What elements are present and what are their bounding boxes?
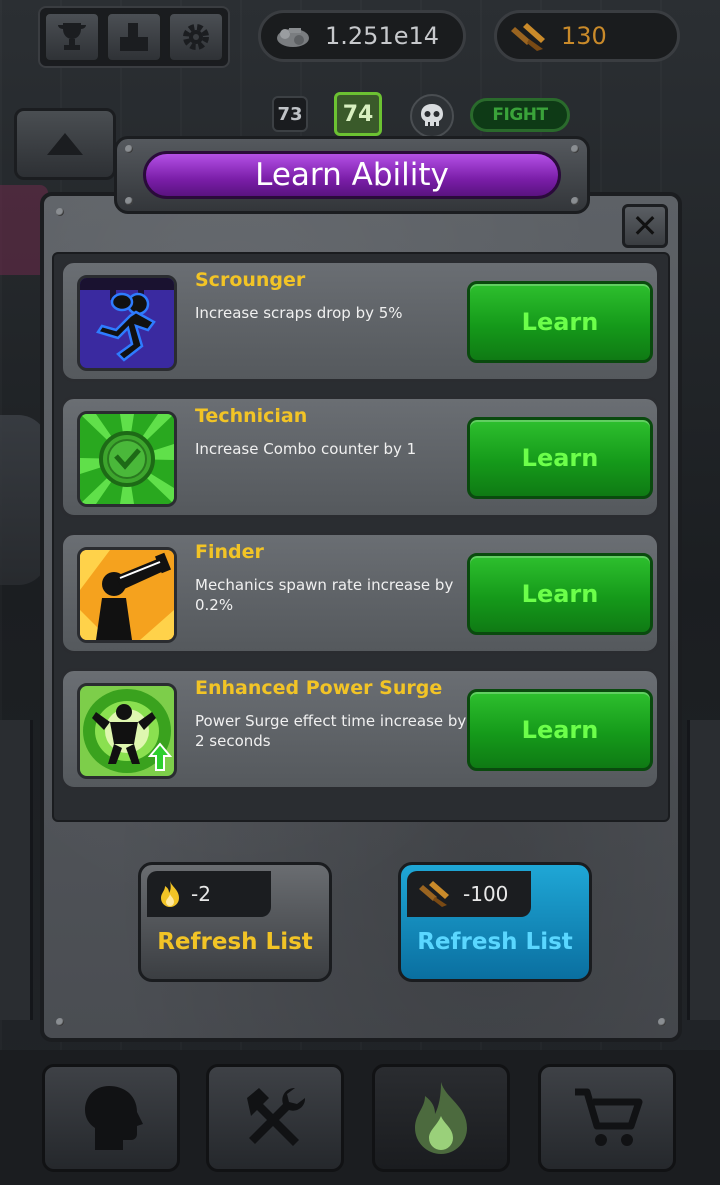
triangle-up-icon [47,133,83,155]
nav-workshop-button[interactable] [206,1064,344,1172]
ability-name: Finder [195,541,264,563]
dialog-title-frame: Learn Ability [114,136,590,214]
previous-level-badge[interactable]: 73 [272,96,308,132]
learn-button[interactable]: Learn [467,553,653,635]
trophy-icon [58,23,86,50]
scraps-counter: 1.251e14 [258,10,466,62]
head-profile-icon [85,1086,143,1150]
ability-description: Increase Combo counter by 1 [195,440,417,458]
skull-icon [421,104,443,126]
refresh-cost: -100 [463,882,509,906]
learn-button[interactable]: Learn [467,281,653,363]
rivet [658,1018,666,1026]
top-bar: 1.251e14 130 [0,0,720,80]
refresh-label: Refresh List [417,929,573,955]
refresh-cost: -2 [191,882,211,906]
learn-button[interactable]: Learn [467,689,653,771]
ability-name: Technician [195,405,308,427]
top-icon-group [38,6,230,68]
leaderboard-button[interactable] [106,12,162,62]
rivet [571,145,579,153]
background-frame-left [0,720,33,1020]
gear-icon [183,24,209,50]
cart-icon [575,1088,643,1146]
rivet [571,197,579,205]
flame-icon [161,881,179,907]
cost-tab: -2 [147,871,271,917]
bolts-counter: 130 [494,10,680,62]
ability-description: Power Surge effect time increase by 2 se… [195,712,467,750]
close-icon: ✕ [631,207,659,245]
nav-profile-button[interactable] [42,1064,180,1172]
power-surge-man-icon [77,683,177,779]
current-level-badge[interactable]: 74 [334,92,382,136]
refresh-list-flame-button[interactable]: -2 Refresh List [138,862,332,982]
leaderboard-icon [120,23,148,51]
rivet [56,1018,64,1026]
scraps-icon [277,28,309,47]
bolts-icon [511,23,545,51]
trophy-button[interactable] [44,12,100,62]
ability-item-technician: Technician Increase Combo counter by 1 L… [60,396,660,518]
fight-button[interactable]: FIGHT [470,98,570,132]
tools-icon [247,1087,306,1146]
ability-name: Scrounger [195,269,306,291]
close-button[interactable]: ✕ [622,204,668,248]
boss-button[interactable] [410,94,454,138]
flame-icon [415,1082,467,1154]
telescope-man-icon [77,547,177,643]
nav-abilities-button[interactable] [372,1064,510,1172]
collapse-button[interactable] [14,108,116,180]
running-thief-icon [77,275,177,371]
dialog-title: Learn Ability [143,151,561,199]
ability-item-enhanced-power-surge: Enhanced Power Surge Power Surge effect … [60,668,660,790]
refresh-label: Refresh List [157,929,313,955]
rivet [56,208,64,216]
scraps-value: 1.251e14 [325,22,440,50]
learn-button[interactable]: Learn [467,417,653,499]
refresh-list-bolts-button[interactable]: -100 Refresh List [398,862,592,982]
background-frame-right [687,720,720,1020]
ability-name: Enhanced Power Surge [195,677,443,699]
bottom-navigation [0,1050,720,1185]
ability-item-scrounger: Scrounger Increase scraps drop by 5% Lea… [60,260,660,382]
cost-tab: -100 [407,871,531,917]
bolts-value: 130 [561,22,607,50]
ability-item-finder: Finder Mechanics spawn rate increase by … [60,532,660,654]
nav-shop-button[interactable] [538,1064,676,1172]
checkmark-burst-icon [77,411,177,507]
settings-button[interactable] [168,12,224,62]
bolts-icon [419,881,449,907]
rivet [125,197,133,205]
rivet [125,145,133,153]
ability-description: Mechanics spawn rate increase by 0.2% [195,576,454,614]
ability-description: Increase scraps drop by 5% [195,304,403,322]
